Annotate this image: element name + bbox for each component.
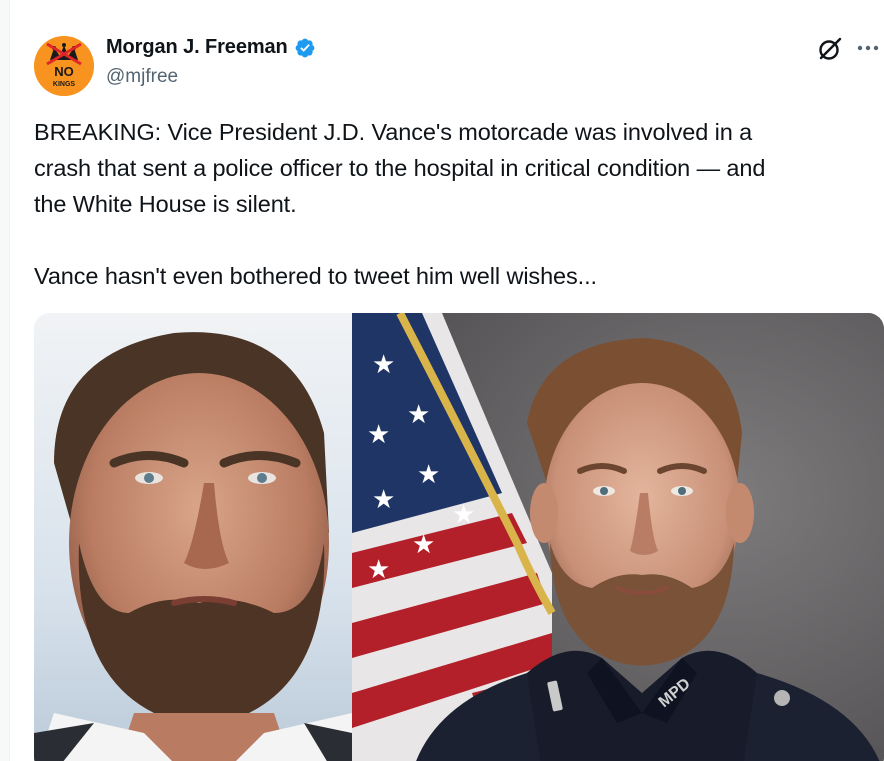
tweet-media[interactable]: ★ ★ ★ ★ ★ ★ ★ ★ MPD [34, 313, 884, 761]
svg-text:★: ★ [367, 555, 390, 585]
grok-icon[interactable] [817, 36, 843, 62]
portrait-photo-right[interactable]: ★ ★ ★ ★ ★ ★ ★ ★ MPD [352, 313, 884, 761]
tweet-text-line: crash that sent a police officer to the … [34, 155, 766, 181]
author-name-row: Morgan J. Freeman [106, 36, 316, 59]
svg-text:★: ★ [407, 400, 430, 430]
verified-badge-icon [295, 38, 315, 57]
display-name[interactable]: Morgan J. Freeman [106, 36, 288, 59]
svg-text:★: ★ [372, 485, 395, 515]
timeline-border [0, 0, 10, 761]
tweet-text-line: BREAKING: Vice President J.D. Vance's mo… [34, 119, 753, 145]
police-officer-portrait-flag-image: ★ ★ ★ ★ ★ ★ ★ ★ MPD [352, 313, 884, 761]
svg-text:★: ★ [372, 350, 395, 380]
avatar-no-kings-logo: NO KINGS [34, 36, 94, 96]
tweet-text-line: the White House is silent. [34, 191, 297, 217]
portrait-photo-man-beard-image [34, 313, 352, 761]
svg-text:★: ★ [417, 460, 440, 490]
avatar[interactable]: NO KINGS [34, 36, 94, 96]
avatar-text-no: NO [54, 64, 74, 79]
tweet-text-line: Vance hasn't even bothered to tweet him … [34, 263, 597, 289]
portrait-photo-left[interactable] [34, 313, 352, 761]
svg-text:★: ★ [367, 420, 390, 450]
author-handle[interactable]: @mjfree [106, 66, 178, 88]
svg-text:★: ★ [412, 530, 435, 560]
avatar-text-kings: KINGS [53, 81, 76, 88]
tweet-text: BREAKING: Vice President J.D. Vance's mo… [34, 114, 879, 294]
tweet-view: NO KINGS Morgan J. Freeman @mjfree BREAK… [0, 0, 884, 761]
svg-text:★: ★ [452, 500, 475, 530]
more-options-icon[interactable] [855, 38, 881, 58]
